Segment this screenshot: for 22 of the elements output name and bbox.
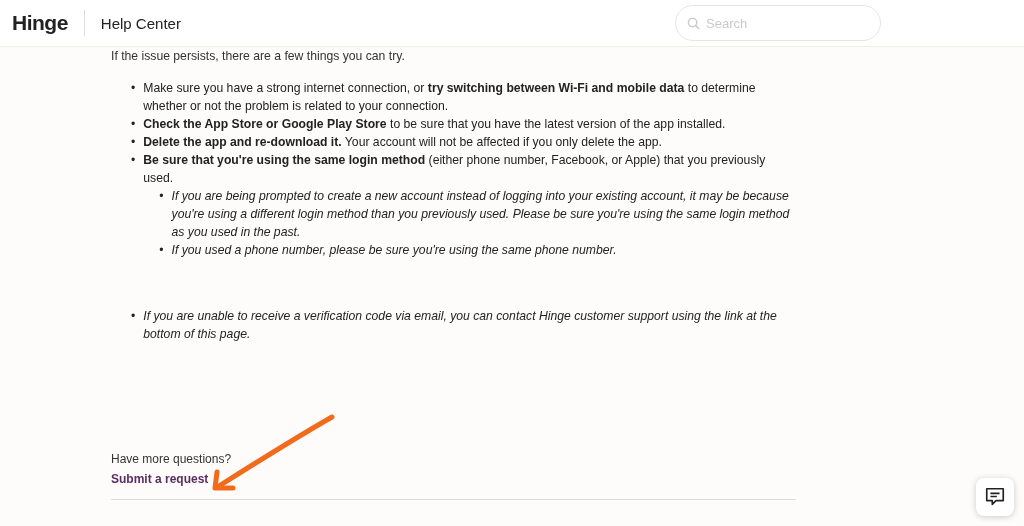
bullet: • — [159, 242, 164, 259]
chat-button[interactable] — [976, 478, 1014, 516]
chat-icon — [984, 486, 1006, 508]
submit-request-link[interactable]: Submit a request — [111, 472, 209, 486]
bullet: • — [131, 134, 136, 151]
list-item-text: Be sure that you're using the same login method (either phone number, Facebook, or Apple) that you previously used. — [143, 153, 766, 185]
questions-prompt: Have more questions? — [111, 451, 233, 468]
paragraph: If the issue persists, there are a few things you can try. — [111, 48, 406, 65]
list-item-text: Delete the app and re-download it. Your account will not be affected if you only delete the app. — [143, 135, 662, 149]
list-item-text: If you are unable to receive a verification code via email, you can contact Hinge customer support using the link at the bottom of this page. — [143, 309, 777, 341]
bullet: • — [159, 188, 164, 205]
bullet: • — [131, 80, 136, 97]
bullet: • — [131, 308, 136, 325]
bullet: • — [131, 152, 136, 169]
bullet: • — [131, 116, 136, 133]
list-item-text: If you used a phone number, please be sure you're using the same phone number. — [171, 243, 617, 257]
list-item-text: Check the App Store or Google Play Store to be sure that you have the latest version of the app installed. — [143, 117, 726, 131]
logo[interactable]: Hinge — [12, 10, 85, 36]
list-item-text: If you are being prompted to create a new account instead of logging into your existing account, it may be because you're using a different login method than you previously used. Please be sure you're using the same login method as you used in the past. — [171, 189, 790, 239]
list-item-text: Make sure you have a strong internet connection, or try switching between Wi-Fi and mobile data to determine whether or not the problem is related to your connection. — [143, 81, 756, 113]
site-title: Help Center — [100, 14, 181, 32]
search-icon — [687, 17, 700, 30]
